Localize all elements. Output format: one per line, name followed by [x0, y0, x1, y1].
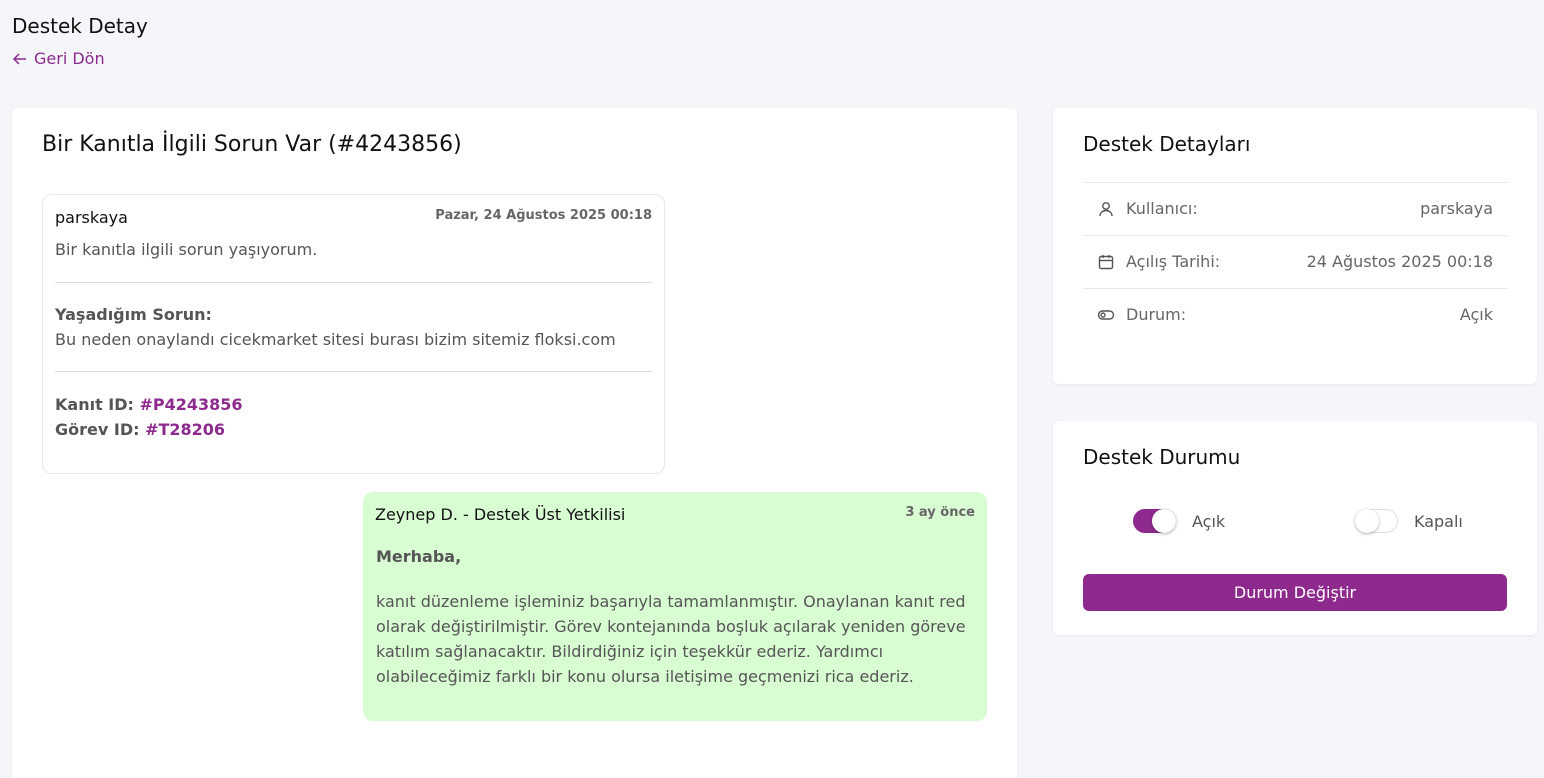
- page-title: Destek Detay: [12, 14, 148, 38]
- admin-body: kanıt düzenleme işleminiz başarıyla tama…: [376, 592, 966, 686]
- back-link-label: Geri Dön: [34, 49, 105, 68]
- status-title: Destek Durumu: [1083, 445, 1241, 469]
- issue-text: Bu neden onaylandı cicekmarket sitesi bu…: [55, 330, 616, 349]
- message-date: Pazar, 24 Ağustos 2025 00:18: [435, 208, 652, 223]
- divider: [55, 371, 652, 372]
- message-text: Bir kanıtla ilgili sorun yaşıyorum.: [55, 240, 318, 259]
- open-toggle-label: Açık: [1192, 511, 1226, 531]
- arrow-left-icon: [12, 52, 26, 65]
- details-card: Destek Detayları Kullanıcı: parskaya Açı…: [1053, 108, 1537, 384]
- toggle-knob: [1355, 509, 1379, 533]
- task-id-line: Görev ID: #T28206: [55, 420, 225, 439]
- open-toggle-group[interactable]: Açık: [1133, 509, 1225, 533]
- detail-value: 24 Ağustos 2025 00:18: [1306, 252, 1493, 271]
- closed-toggle[interactable]: [1355, 509, 1398, 533]
- user-icon: [1099, 202, 1113, 217]
- status-card: Destek Durumu Açık Kapalı Durum Değiştir: [1053, 421, 1537, 635]
- admin-time: 3 ay önce: [905, 505, 975, 520]
- detail-value: parskaya: [1420, 199, 1493, 218]
- admin-greeting: Merhaba,: [376, 547, 462, 566]
- closed-toggle-group[interactable]: Kapalı: [1355, 509, 1463, 533]
- closed-toggle-label: Kapalı: [1414, 511, 1463, 531]
- admin-message: Zeynep D. - Destek Üst Yetkilisi 3 ay ön…: [363, 492, 987, 721]
- detail-label: Açılış Tarihi:: [1126, 252, 1221, 271]
- open-toggle[interactable]: [1133, 509, 1176, 533]
- detail-row-user: Kullanıcı: parskaya: [1083, 182, 1507, 235]
- toggle-icon: [1097, 310, 1115, 320]
- proof-id-label: Kanıt ID:: [55, 395, 134, 414]
- detail-label: Kullanıcı:: [1126, 199, 1198, 218]
- divider: [55, 282, 652, 283]
- change-status-button[interactable]: Durum Değiştir: [1083, 574, 1507, 611]
- detail-row-date: Açılış Tarihi: 24 Ağustos 2025 00:18: [1083, 235, 1507, 288]
- admin-author: Zeynep D. - Destek Üst Yetkilisi: [375, 505, 626, 524]
- task-id-label: Görev ID:: [55, 420, 140, 439]
- proof-id-line: Kanıt ID: #P4243856: [55, 395, 243, 414]
- back-link[interactable]: Geri Dön: [12, 49, 105, 68]
- details-title: Destek Detayları: [1083, 132, 1251, 156]
- ticket-card: Bir Kanıtla İlgili Sorun Var (#4243856) …: [12, 108, 1017, 778]
- detail-row-status: Durum: Açık: [1083, 288, 1507, 341]
- proof-id-link[interactable]: #P4243856: [140, 395, 243, 414]
- detail-value: Açık: [1459, 305, 1493, 324]
- ticket-title: Bir Kanıtla İlgili Sorun Var (#4243856): [42, 132, 462, 157]
- issue-label: Yaşadığım Sorun:: [55, 305, 212, 324]
- message-author: parskaya: [55, 208, 128, 227]
- detail-label: Durum:: [1126, 305, 1187, 324]
- user-message: parskaya Pazar, 24 Ağustos 2025 00:18 Bi…: [42, 194, 665, 474]
- toggle-knob: [1152, 509, 1176, 533]
- calendar-icon: [1098, 255, 1114, 270]
- task-id-link[interactable]: #T28206: [145, 420, 225, 439]
